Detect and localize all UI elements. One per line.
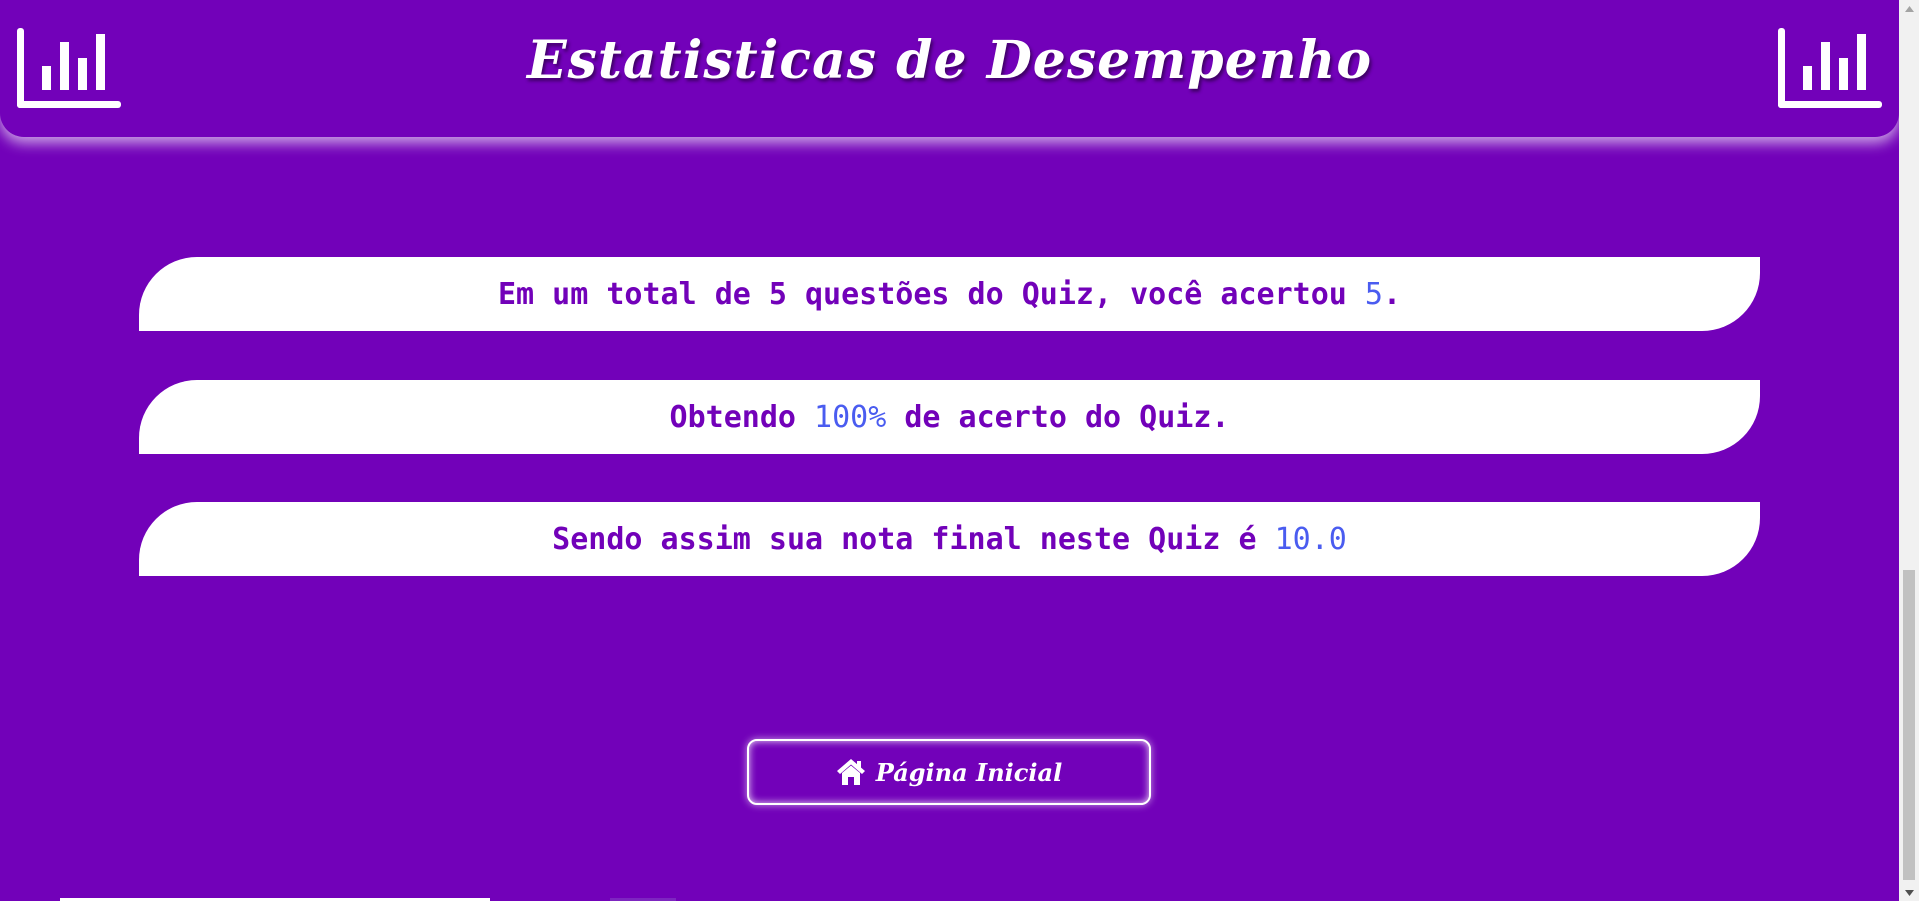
stat-card-final-grade: Sendo assim sua nota final neste Quiz é …	[139, 502, 1760, 576]
stat-text: .	[1382, 276, 1402, 312]
stat-card-percentage: Obtendo 100% de acerto do Quiz.	[139, 380, 1760, 454]
correct-count-value: 5	[1364, 276, 1383, 312]
stat-card-total-correct: Em um total de 5 questões do Quiz, você …	[139, 257, 1760, 331]
home-icon	[836, 759, 865, 785]
final-grade-value: 10.0	[1274, 521, 1347, 557]
scroll-up-icon[interactable]	[1899, 0, 1919, 17]
home-button-label: Página Inicial	[875, 757, 1063, 787]
stat-text: Em um total de 5 questões do Quiz, você …	[497, 276, 1365, 312]
scroll-down-icon[interactable]	[1899, 884, 1919, 901]
page-header: Estatisticas de Desempenho	[0, 0, 1899, 137]
percentage-value: 100%	[814, 399, 887, 435]
page-title: Estatisticas de Desempenho	[526, 30, 1373, 91]
stat-text: de acerto do Quiz.	[886, 399, 1230, 435]
stat-text: Sendo assim sua nota final neste Quiz é	[552, 521, 1275, 557]
scrollbar-thumb[interactable]	[1903, 570, 1915, 880]
vertical-scrollbar[interactable]	[1899, 0, 1919, 901]
page: Estatisticas de Desempenho Em um total d…	[0, 0, 1919, 901]
stat-text: Obtendo	[669, 399, 815, 435]
bar-chart-icon	[1778, 28, 1882, 108]
home-button[interactable]: Página Inicial	[747, 739, 1151, 805]
